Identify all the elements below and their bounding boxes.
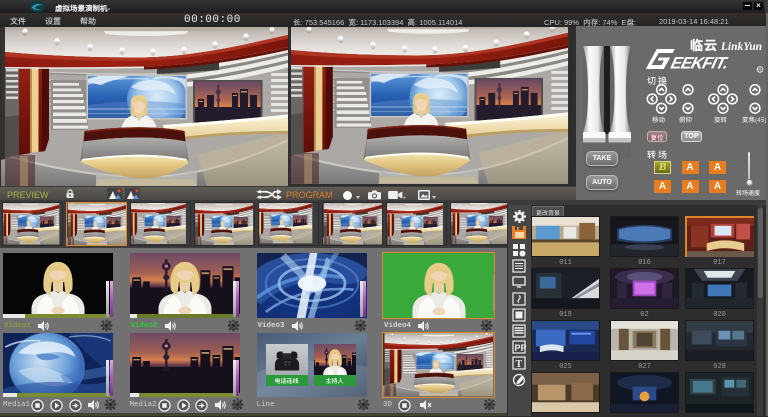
svg-text:PP: PP [515, 343, 527, 353]
svg-text:T: T [516, 359, 523, 370]
